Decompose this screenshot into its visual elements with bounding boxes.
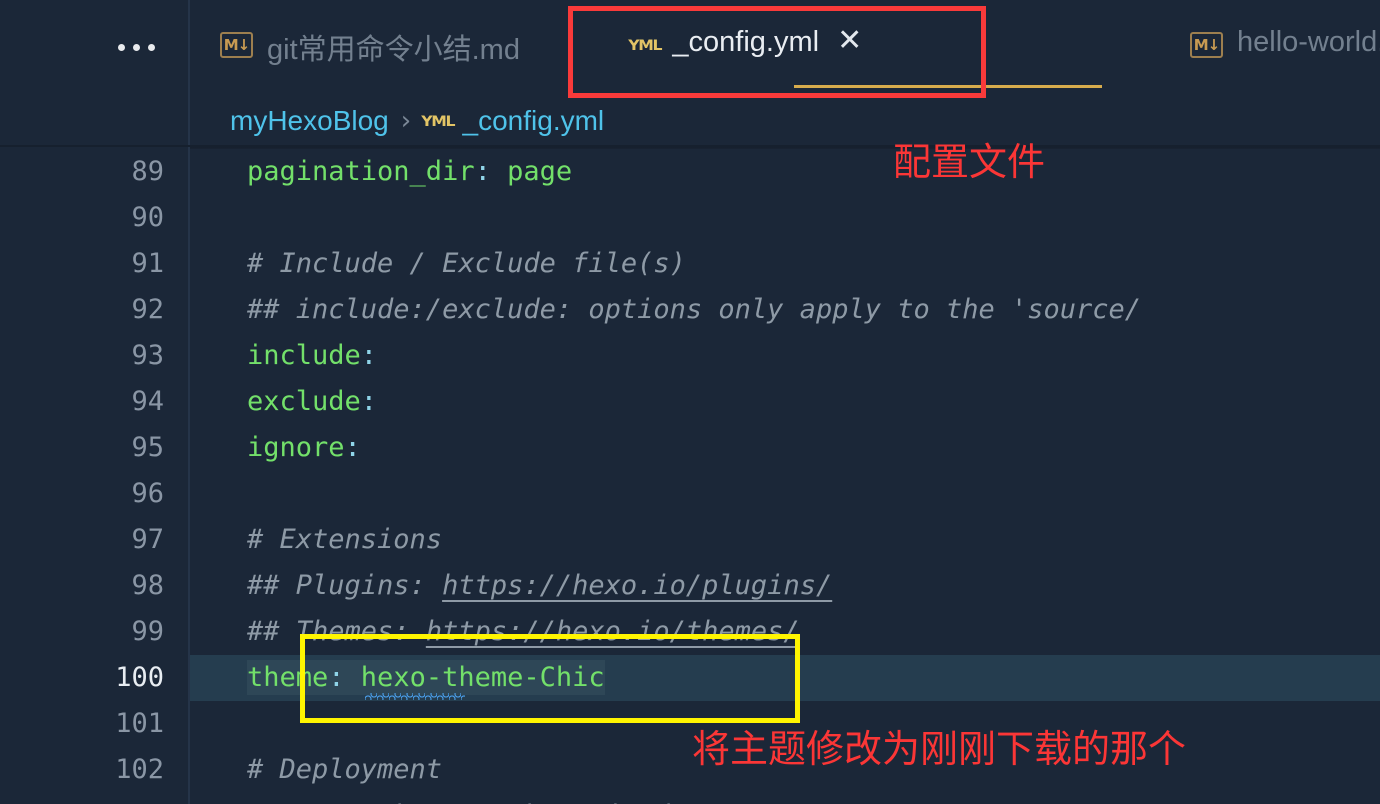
annotation-text-change-theme: 将主题修改为刚刚下载的那个 <box>692 727 1187 771</box>
token-comment: # Deployment <box>247 754 443 785</box>
more-actions-button[interactable] <box>112 33 160 61</box>
line-number: 90 <box>0 195 190 241</box>
yaml-icon: YML <box>421 114 455 130</box>
close-icon[interactable]: ✕ <box>837 26 862 56</box>
code-text[interactable]: theme: hexo-theme-Chic <box>190 655 605 701</box>
chevron-right-icon: › <box>400 106 412 136</box>
code-line[interactable]: 99 ## Themes: https://hexo.io/themes/ <box>0 609 1380 655</box>
ellipsis-icon-dot <box>117 43 125 51</box>
token-key: include <box>247 340 361 371</box>
code-line[interactable]: 92 ## include:/exclude: options only appl… <box>0 287 1380 333</box>
code-line[interactable]: 93 include: <box>0 333 1380 379</box>
breadcrumb-root[interactable]: myHexoBlog <box>230 105 389 137</box>
line-number: 99 <box>0 609 190 655</box>
code-line[interactable]: 90 <box>0 195 1380 241</box>
line-number: 91 <box>0 241 190 287</box>
line-number: 103 <box>0 793 190 804</box>
yaml-icon: YML <box>628 38 662 54</box>
token-val: hexo-theme-Chic <box>344 662 605 693</box>
line-number: 102 <box>0 747 190 793</box>
token-key: exclude <box>247 386 361 417</box>
token-comment: # Extensions <box>247 524 443 555</box>
token-colon: : <box>344 432 361 463</box>
token-link[interactable]: https://hexo.io/plugins/ <box>442 570 832 601</box>
tab-git-commands-md[interactable]: M↓ git常用命令小结.md <box>220 0 520 95</box>
code-line[interactable]: 98 ## Plugins: https://hexo.io/plugins/ <box>0 563 1380 609</box>
code-line[interactable]: 91 # Include / Exclude file(s) <box>0 241 1380 287</box>
token-key: theme <box>247 662 329 693</box>
token-comment: ## include:/exclude: options only apply … <box>247 294 1142 325</box>
breadcrumb: myHexoBlog › YML _config.yml <box>230 100 604 142</box>
ellipsis-icon-dot <box>132 43 140 51</box>
code-text[interactable]: ## Themes: https://hexo.io/themes/ <box>190 609 800 655</box>
token-link[interactable]: https://hexo.io/docs/ <box>393 800 734 804</box>
token-colon: : <box>474 156 491 187</box>
line-number: 97 <box>0 517 190 563</box>
token-comment: ## Plugins: <box>247 570 443 601</box>
code-text[interactable]: pagination_dir: page <box>190 149 572 195</box>
active-tab-underline <box>794 85 1102 88</box>
code-editor[interactable]: 89 pagination_dir: page 90 91 # Include / Ex… <box>0 149 1380 804</box>
code-line[interactable]: 89 pagination_dir: page <box>0 149 1380 195</box>
editor-tab-bar: M↓ git常用命令小结.md YML _config.yml ✕ M↓ hel… <box>190 0 1380 95</box>
line-number: 93 <box>0 333 190 379</box>
token-comment: ## Themes: <box>247 616 426 647</box>
token-colon: : <box>360 386 378 417</box>
line-number: 92 <box>0 287 190 333</box>
code-line[interactable]: 94 exclude: <box>0 379 1380 425</box>
token-key: ignore <box>247 432 345 463</box>
line-number: 101 <box>0 701 190 747</box>
ellipsis-icon-dot <box>147 43 155 51</box>
tab-config-yml[interactable]: YML _config.yml ✕ <box>628 0 862 95</box>
tab-label: hello-world.md <box>1237 26 1380 58</box>
code-text[interactable]: ## include:/exclude: options only apply … <box>190 287 1141 333</box>
code-text[interactable]: # Include / Exclude file(s) <box>190 241 686 287</box>
breadcrumb-file[interactable]: _config.yml <box>463 105 605 137</box>
code-text[interactable]: # Deployment <box>190 747 442 793</box>
line-number: 96 <box>0 471 190 517</box>
token-comment: ## Docs: <box>247 800 393 804</box>
token-comment: # Include / Exclude file(s) <box>247 248 686 279</box>
tab-hello-world-md[interactable]: M↓ hello-world.md <box>1190 0 1380 95</box>
token-val: page <box>490 156 573 187</box>
token-key: pagination_dir <box>247 156 475 187</box>
markdown-icon: M↓ <box>1190 32 1223 58</box>
token-link[interactable]: https://hexo.io/themes/ <box>426 616 800 647</box>
code-text[interactable]: exclude: <box>190 379 377 425</box>
code-text[interactable]: include: <box>190 333 377 379</box>
markdown-icon: M↓ <box>220 32 253 58</box>
line-number: 94 <box>0 379 190 425</box>
code-line[interactable]: 96 <box>0 471 1380 517</box>
code-text[interactable]: # Extensions <box>190 517 442 563</box>
selected-text: theme: hexo-theme-Chic <box>247 660 605 695</box>
code-text[interactable]: ## Plugins: https://hexo.io/plugins/ <box>190 563 832 609</box>
code-line[interactable]: 95 ignore: <box>0 425 1380 471</box>
annotation-text-config-file: 配置文件 <box>893 140 1046 184</box>
token-colon: : <box>328 662 345 693</box>
code-line[interactable]: 103## Docs: https://hexo.io/docs/ <box>0 793 1380 804</box>
code-text[interactable]: ignore: <box>190 425 361 471</box>
tab-label: git常用命令小结.md <box>267 34 520 66</box>
line-number: 98 <box>0 563 190 609</box>
token-colon: : <box>360 340 378 371</box>
vscode-window: M↓ git常用命令小结.md YML _config.yml ✕ M↓ hel… <box>0 0 1380 804</box>
code-line-current[interactable]: 100 theme: hexo-theme-Chic <box>0 655 1380 701</box>
line-number: 100 <box>0 655 190 701</box>
line-number: 95 <box>0 425 190 471</box>
line-number: 89 <box>0 149 190 195</box>
tab-label: _config.yml <box>672 26 820 58</box>
code-text[interactable]: ## Docs: https://hexo.io/docs/ <box>190 793 735 804</box>
spellcheck-squiggle <box>365 693 465 700</box>
code-line[interactable]: 97 # Extensions <box>0 517 1380 563</box>
